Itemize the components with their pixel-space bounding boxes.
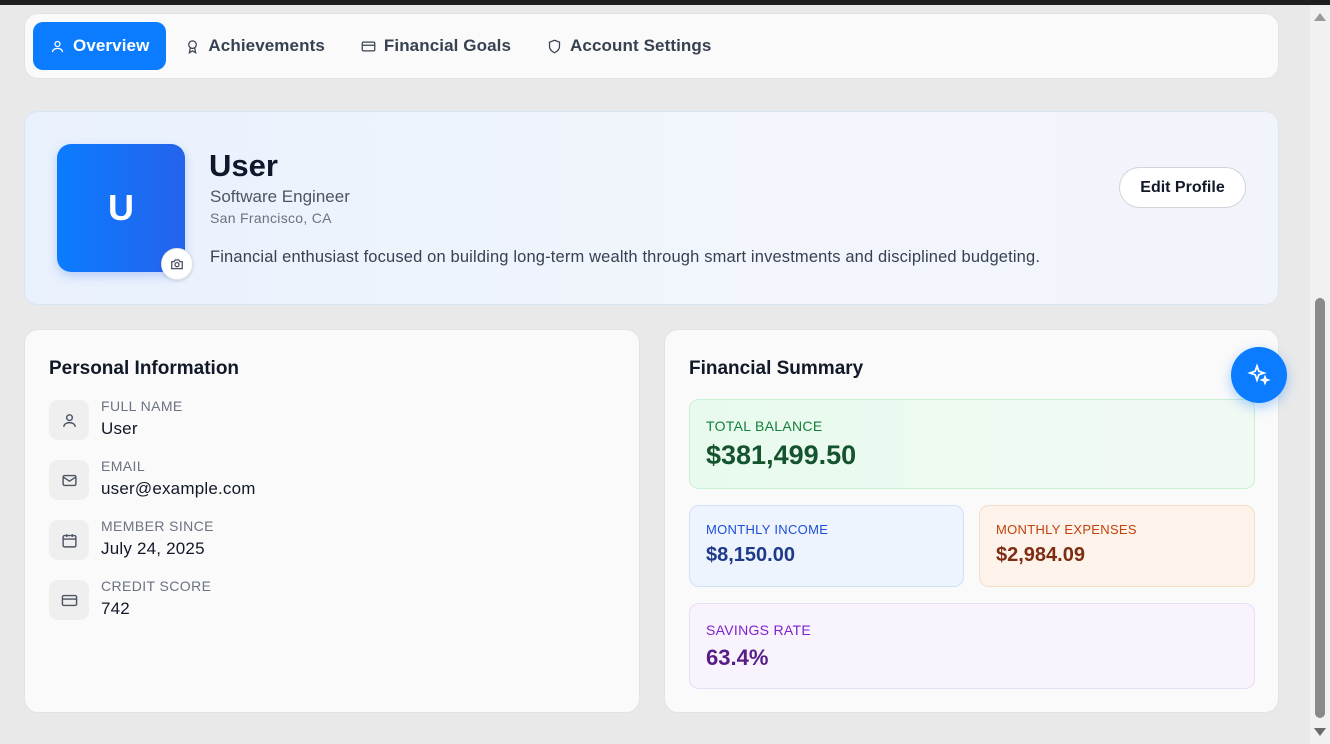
stat-value: $2,984.09: [996, 544, 1085, 566]
info-label: EMAIL: [101, 458, 146, 474]
info-value: 742: [101, 599, 130, 618]
ai-assistant-button[interactable]: [1231, 347, 1287, 403]
info-row-email: EMAIL user@example.com: [49, 458, 609, 502]
financial-summary-card: Financial Summary TOTAL BALANCE $381,499…: [664, 329, 1279, 713]
credit-card-icon: [61, 594, 77, 606]
info-icon-box: [49, 580, 89, 620]
shield-icon: [548, 39, 561, 53]
tab-financial-goals[interactable]: Financial Goals: [344, 22, 528, 70]
profile-card: U User Software Engineer San Francisco, …: [24, 111, 1279, 305]
stat-value: 63.4%: [706, 645, 769, 670]
info-icon-box: [49, 460, 89, 500]
scrollbar-thumb[interactable]: [1315, 298, 1325, 718]
tab-achievements[interactable]: Achievements: [168, 22, 341, 70]
window-top-bar: [0, 0, 1330, 5]
total-balance-stat: TOTAL BALANCE $381,499.50: [689, 399, 1255, 489]
profile-location: San Francisco, CA: [210, 210, 332, 226]
mail-icon: [61, 474, 77, 486]
stat-label: MONTHLY EXPENSES: [996, 522, 1137, 537]
info-value: July 24, 2025: [101, 539, 205, 558]
profile-role: Software Engineer: [210, 187, 350, 206]
change-photo-button[interactable]: [161, 248, 193, 280]
profile-bio: Financial enthusiast focused on building…: [210, 248, 1041, 266]
card-title: Personal Information: [49, 358, 240, 379]
user-icon: [62, 413, 76, 427]
avatar-initial: U: [108, 187, 134, 228]
stat-label: MONTHLY INCOME: [706, 522, 829, 537]
info-label: CREDIT SCORE: [101, 578, 212, 594]
tab-label: Overview: [73, 36, 150, 55]
info-row-full-name: FULL NAME User: [49, 398, 609, 442]
stat-label: SAVINGS RATE: [706, 622, 811, 638]
calendar-icon: [61, 533, 77, 548]
tab-label: Achievements: [208, 36, 325, 55]
camera-icon: [171, 259, 183, 270]
info-value: user@example.com: [101, 479, 256, 498]
info-row-member-since: MEMBER SINCE July 24, 2025: [49, 518, 609, 562]
monthly-income-stat: MONTHLY INCOME $8,150.00: [689, 505, 964, 587]
info-value: User: [101, 419, 138, 438]
info-label: FULL NAME: [101, 398, 183, 414]
tab-label: Account Settings: [570, 36, 712, 55]
scroll-up-arrow-icon[interactable]: [1314, 13, 1326, 21]
stat-label: TOTAL BALANCE: [706, 418, 823, 434]
tab-label: Financial Goals: [383, 36, 512, 55]
edit-profile-button[interactable]: Edit Profile: [1119, 167, 1246, 208]
credit-card-icon: [361, 41, 376, 51]
profile-tabs: Overview Achievements Financial Goals Ac…: [24, 13, 1279, 79]
info-icon-box: [49, 400, 89, 440]
tab-account-settings[interactable]: Account Settings: [530, 22, 728, 70]
info-label: MEMBER SINCE: [101, 518, 214, 534]
info-icon-box: [49, 520, 89, 560]
profile-name: User: [209, 148, 278, 183]
award-icon: [188, 39, 198, 54]
stat-value: $8,150.00: [706, 544, 795, 566]
scroll-down-arrow-icon[interactable]: [1314, 728, 1326, 736]
user-icon: [51, 40, 64, 52]
sparkles-icon: [1247, 363, 1271, 386]
card-title: Financial Summary: [689, 358, 864, 379]
savings-rate-stat: SAVINGS RATE 63.4%: [689, 603, 1255, 689]
stat-value: $381,499.50: [706, 440, 857, 470]
info-row-credit-score: CREDIT SCORE 742: [49, 578, 609, 622]
tab-overview[interactable]: Overview: [33, 22, 167, 70]
personal-information-card: Personal Information FULL NAME User EMAI…: [24, 329, 640, 713]
page-scrollbar[interactable]: [1310, 5, 1330, 744]
monthly-expenses-stat: MONTHLY EXPENSES $2,984.09: [979, 505, 1255, 587]
